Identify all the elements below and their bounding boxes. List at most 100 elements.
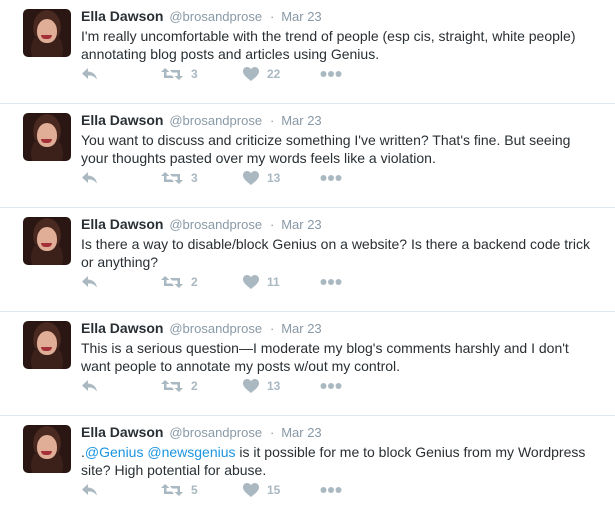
- tweet-actions: 3 22: [81, 64, 361, 84]
- tweet-1[interactable]: Ella Dawson @brosandprose · Mar 23 I'm r…: [0, 0, 615, 104]
- reply-icon: [82, 380, 97, 392]
- author-handle[interactable]: @brosandprose: [169, 321, 262, 336]
- tweet-date[interactable]: Mar 23: [281, 321, 321, 336]
- author-handle[interactable]: @brosandprose: [169, 425, 262, 440]
- retweet-button[interactable]: 3: [161, 168, 198, 188]
- tweet-3[interactable]: Ella Dawson @brosandprose · Mar 23 Is th…: [0, 208, 615, 312]
- like-button[interactable]: 11: [243, 272, 280, 292]
- reply-icon: [82, 276, 97, 288]
- reply-button[interactable]: [81, 272, 98, 292]
- heart-icon: [243, 67, 259, 81]
- retweet-icon: [161, 276, 183, 288]
- author-handle[interactable]: @brosandprose: [169, 113, 262, 128]
- avatar[interactable]: [23, 113, 71, 161]
- more-icon: [320, 175, 342, 181]
- like-count: 11: [267, 275, 280, 289]
- mention-newsgenius[interactable]: @newsgenius: [147, 444, 235, 460]
- retweet-count: 3: [191, 67, 198, 81]
- tweet-content: Ella Dawson @brosandprose · Mar 23 This …: [81, 319, 599, 375]
- separator-dot: ·: [269, 321, 275, 336]
- tweet-actions: 2 13: [81, 376, 361, 396]
- reply-button[interactable]: [81, 168, 98, 188]
- mention-genius[interactable]: @Genius: [85, 444, 144, 460]
- heart-icon: [243, 379, 259, 393]
- avatar[interactable]: [23, 217, 71, 265]
- more-button[interactable]: [320, 480, 342, 500]
- avatar[interactable]: [23, 425, 71, 473]
- tweet-date[interactable]: Mar 23: [281, 425, 321, 440]
- author-name[interactable]: Ella Dawson: [81, 112, 163, 128]
- tweet-date[interactable]: Mar 23: [281, 9, 321, 24]
- like-count: 13: [267, 171, 281, 185]
- tweet-4[interactable]: Ella Dawson @brosandprose · Mar 23 This …: [0, 312, 615, 416]
- tweet-date[interactable]: Mar 23: [281, 113, 321, 128]
- tweet-actions: 5 15: [81, 480, 361, 500]
- author-name[interactable]: Ella Dawson: [81, 320, 163, 336]
- separator-dot: ·: [269, 113, 275, 128]
- tweet-text: This is a serious question—I moderate my…: [81, 340, 569, 374]
- more-icon: [320, 487, 342, 493]
- author-name[interactable]: Ella Dawson: [81, 8, 163, 24]
- more-icon: [320, 383, 342, 389]
- tweet-2[interactable]: Ella Dawson @brosandprose · Mar 23 You w…: [0, 104, 615, 208]
- retweet-icon: [161, 380, 183, 392]
- tweet-content: Ella Dawson @brosandprose · Mar 23 I'm r…: [81, 7, 599, 63]
- author-name[interactable]: Ella Dawson: [81, 424, 163, 440]
- tweet-actions: 3 13: [81, 168, 361, 188]
- like-button[interactable]: 13: [243, 376, 280, 396]
- retweet-button[interactable]: 5: [161, 480, 198, 500]
- avatar[interactable]: [23, 9, 71, 57]
- reply-button[interactable]: [81, 64, 98, 84]
- retweet-button[interactable]: 3: [161, 64, 198, 84]
- tweet-text: I'm really uncomfortable with the trend …: [81, 28, 576, 62]
- retweet-button[interactable]: 2: [161, 272, 198, 292]
- retweet-button[interactable]: 2: [161, 376, 198, 396]
- author-handle[interactable]: @brosandprose: [169, 217, 262, 232]
- like-count: 15: [267, 483, 281, 497]
- like-count: 13: [267, 379, 281, 393]
- author-name[interactable]: Ella Dawson: [81, 216, 163, 232]
- heart-icon: [243, 171, 259, 185]
- tweet-content: Ella Dawson @brosandprose · Mar 23 Is th…: [81, 215, 599, 271]
- more-button[interactable]: [320, 272, 342, 292]
- more-icon: [320, 279, 342, 285]
- more-icon: [320, 71, 342, 77]
- separator-dot: ·: [269, 9, 275, 24]
- author-handle[interactable]: @brosandprose: [169, 9, 262, 24]
- reply-icon: [82, 484, 97, 496]
- tweet-timeline: Ella Dawson @brosandprose · Mar 23 I'm r…: [0, 0, 615, 519]
- retweet-count: 3: [191, 171, 198, 185]
- tweet-text: You want to discuss and criticize someth…: [81, 132, 571, 166]
- retweet-icon: [161, 68, 183, 80]
- tweet-header: Ella Dawson @brosandprose · Mar 23: [81, 319, 599, 338]
- tweet-header: Ella Dawson @brosandprose · Mar 23: [81, 215, 599, 234]
- more-button[interactable]: [320, 376, 342, 396]
- reply-button[interactable]: [81, 480, 98, 500]
- tweet-actions: 2 11: [81, 272, 361, 292]
- tweet-header: Ella Dawson @brosandprose · Mar 23: [81, 423, 599, 442]
- reply-icon: [82, 68, 97, 80]
- separator-dot: ·: [269, 425, 275, 440]
- tweet-header: Ella Dawson @brosandprose · Mar 23: [81, 7, 599, 26]
- tweet-date[interactable]: Mar 23: [281, 217, 321, 232]
- heart-icon: [243, 275, 259, 289]
- more-button[interactable]: [320, 64, 342, 84]
- avatar[interactable]: [23, 321, 71, 369]
- separator-dot: ·: [269, 217, 275, 232]
- retweet-count: 2: [191, 275, 198, 289]
- like-button[interactable]: 15: [243, 480, 280, 500]
- retweet-icon: [161, 484, 183, 496]
- tweet-content: Ella Dawson @brosandprose · Mar 23 .@Gen…: [81, 423, 599, 479]
- like-count: 22: [267, 67, 281, 81]
- reply-icon: [82, 172, 97, 184]
- reply-button[interactable]: [81, 376, 98, 396]
- retweet-count: 5: [191, 483, 198, 497]
- tweet-text: Is there a way to disable/block Genius o…: [81, 236, 590, 270]
- tweet-text: .@Genius @newsgenius is it possible for …: [81, 443, 591, 479]
- tweet-5[interactable]: Ella Dawson @brosandprose · Mar 23 .@Gen…: [0, 416, 615, 520]
- retweet-icon: [161, 172, 183, 184]
- retweet-count: 2: [191, 379, 198, 393]
- like-button[interactable]: 22: [243, 64, 280, 84]
- more-button[interactable]: [320, 168, 342, 188]
- like-button[interactable]: 13: [243, 168, 280, 188]
